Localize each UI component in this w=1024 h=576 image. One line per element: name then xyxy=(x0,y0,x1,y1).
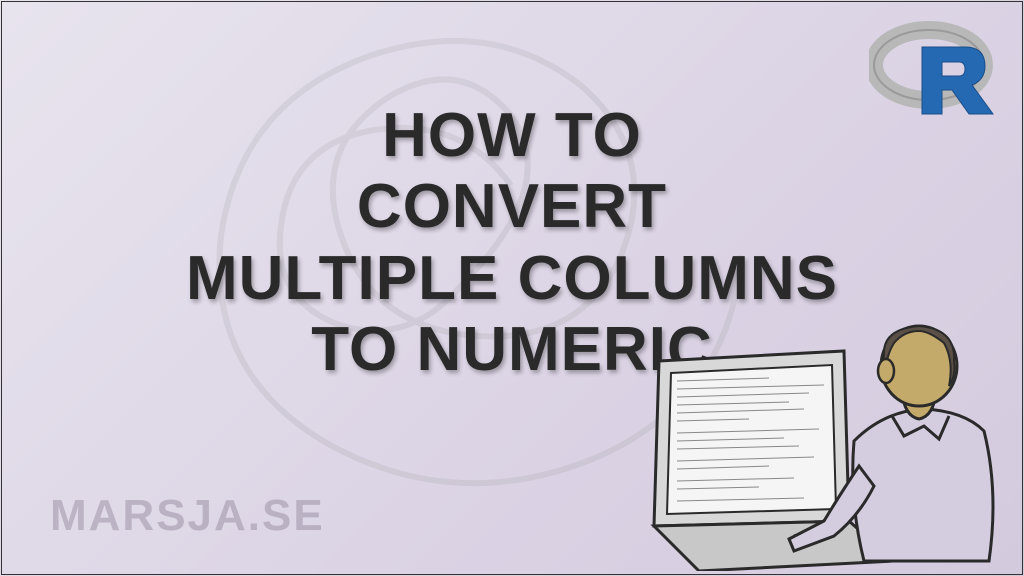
banner-container: HOW TO CONVERT MULTIPLE COLUMNS TO NUMER… xyxy=(0,0,1024,576)
person-laptop-illustration xyxy=(629,291,1009,576)
r-language-logo-icon xyxy=(869,20,999,125)
title-line-2: CONVERT xyxy=(51,171,973,242)
title-line-1: HOW TO xyxy=(51,100,973,171)
site-watermark: MARSJA.SE xyxy=(50,491,325,541)
